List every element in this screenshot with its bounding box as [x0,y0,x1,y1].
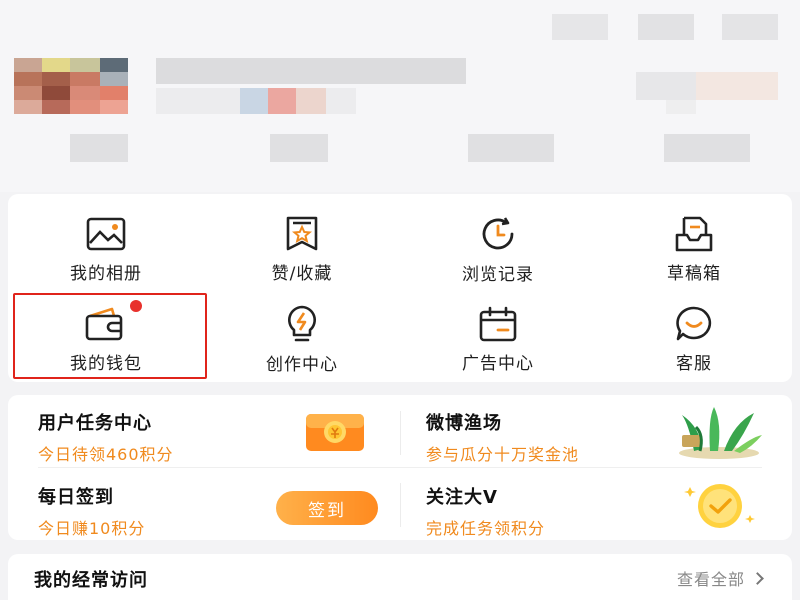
fishing-plant-icon[interactable] [674,405,764,465]
grid-item-label: 浏览记录 [462,265,534,285]
avatar[interactable] [14,58,128,114]
fishing-title: 微博渔场 [426,413,502,434]
follow-big-v[interactable]: 关注大V 完成任务领积分 [426,483,545,539]
calendar-ad-icon [476,304,520,343]
grid-item-label: 赞/收藏 [271,264,333,284]
grid-item-photo-album[interactable]: 我的相册 [8,194,204,284]
grid-item-label: 广告中心 [462,354,534,374]
follow-v-title: 关注大V [426,487,498,508]
grid-item-favorites[interactable]: 赞/收藏 [204,194,400,284]
profile-header [0,0,800,192]
draft-box-icon [672,214,716,253]
fishing-subtitle: 参与瓜分十万奖金池 [426,445,580,464]
wallet-icon [84,300,142,343]
grid-item-label: 客服 [676,354,712,374]
history-clock-icon [476,214,520,254]
divider [400,411,401,455]
user-task-center[interactable]: 用户任务中心 今日待领460积分 [38,409,174,465]
grid-item-wallet[interactable]: 我的钱包 [8,284,204,374]
signin-button[interactable]: 签到 [276,491,378,525]
divider [400,483,401,527]
daily-signin-subtitle: 今日赚10积分 [38,519,146,538]
follow-v-subtitle: 完成任务领积分 [426,519,546,538]
photo-album-icon [84,214,128,253]
task-center-icon[interactable] [304,411,366,457]
notification-dot [130,300,142,312]
view-all-label: 查看全部 [676,570,745,589]
frequent-visits-card: 我的经常访问 查看全部 [8,554,792,600]
divider [38,467,762,468]
user-task-title: 用户任务中心 [38,413,152,434]
feature-grid-card: 我的相册 赞/收藏 浏览记录 草稿箱 我的钱包 创作中心 广告中心 客服 [8,194,792,382]
tasks-card: 用户任务中心 今日待领460积分 微博渔场 参与瓜分十万奖金池 每日签到 今日赚… [8,395,792,540]
grid-item-drafts[interactable]: 草稿箱 [596,194,792,284]
grid-item-label: 我的相册 [70,264,142,284]
lightbulb-icon [280,304,324,344]
grid-item-history[interactable]: 浏览记录 [400,194,596,285]
view-all-link[interactable]: 查看全部 [676,566,764,590]
daily-signin[interactable]: 每日签到 今日赚10积分 [38,483,145,539]
favorite-bookmark-icon [280,214,324,253]
grid-item-label: 创作中心 [266,355,338,375]
daily-signin-title: 每日签到 [38,487,114,508]
grid-item-ad-center[interactable]: 广告中心 [400,284,596,374]
grid-item-creator-center[interactable]: 创作中心 [204,284,400,375]
grid-item-label: 草稿箱 [667,264,721,284]
chevron-right-icon [751,571,764,585]
frequent-visits-title: 我的经常访问 [34,570,148,591]
weibo-fishing[interactable]: 微博渔场 参与瓜分十万奖金池 [426,409,579,465]
customer-service-icon [672,304,716,343]
gold-medal-check-icon[interactable] [680,479,760,535]
user-task-subtitle: 今日待领460积分 [38,445,174,464]
grid-item-label: 我的钱包 [70,354,142,374]
grid-item-customer-service[interactable]: 客服 [596,284,792,374]
